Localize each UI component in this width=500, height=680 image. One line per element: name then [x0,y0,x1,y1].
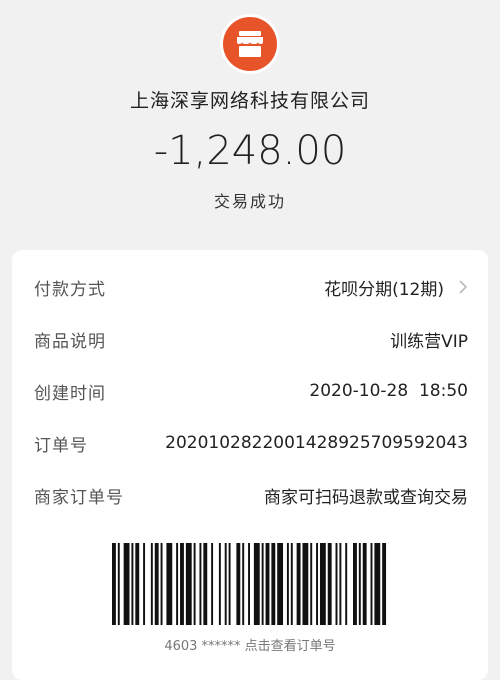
order-number-row: 订单号 2020102822001428925709592043 [34,428,468,458]
barcode-bar [193,543,196,625]
barcode-bar [211,543,214,625]
barcode-bar [277,543,284,625]
barcode-bar [224,543,227,625]
barcode-bar [327,543,332,625]
merchant-order-row: 商家订单号 商家可扫码退款或查询交易 [34,480,468,510]
barcode-bar [236,543,241,625]
barcode-bar [228,543,231,625]
barcode-bar [150,543,153,625]
barcode-bar [166,543,173,625]
barcode-bar [310,543,313,625]
barcode-bar [176,543,179,625]
barcode-bar [319,543,326,625]
barcode-bar [335,543,338,625]
merchant-order-label: 商家订单号 [34,487,124,508]
created-time-label: 创建时间 [34,383,106,404]
payment-method-value: 花呗分期(12期) [324,279,444,300]
barcode-bar [339,543,342,625]
product-description-value: 训练营VIP [390,331,468,352]
barcode-bar [180,543,184,625]
barcode-bar [265,543,270,625]
barcode-bar [286,543,289,625]
merchant-name: 上海深享网络科技有限公司 [129,90,370,112]
barcode-bar [353,543,357,625]
transaction-details-card: 付款方式 花呗分期(12期) 商品说明 训练营VIP 创建时间 2020-10-… [12,250,488,680]
product-description-label: 商品说明 [34,331,106,352]
payment-method-row[interactable]: 付款方式 花呗分期(12期) [34,272,468,302]
barcode-bar [199,543,202,625]
barcode-bar [112,543,116,625]
barcode-bar [253,543,260,625]
barcode-bar [248,543,250,625]
transaction-amount: -1,248.00 [153,128,347,174]
barcode-bar [271,543,276,625]
barcode-bar [123,543,130,625]
barcode-bar [160,543,163,625]
product-description-row: 商品说明 训练营VIP [34,324,468,354]
barcode-bar [382,543,387,625]
barcode-bar [117,543,120,625]
barcode-bar [370,543,373,625]
order-number-label: 订单号 [34,435,88,456]
barcode-bar [135,543,140,625]
created-time-row: 创建时间 2020-10-28 18:50 [34,376,468,406]
barcode-bar [185,543,192,625]
barcode-bar [290,543,293,625]
order-number-value: 2020102822001428925709592043 [165,433,468,453]
transaction-header: 上海深享网络科技有限公司 -1,248.00 交易成功 [0,0,500,250]
barcode-bar [218,543,221,625]
chevron-right-icon [459,280,468,294]
order-barcode[interactable] [112,543,388,625]
barcode-caption[interactable]: 4603 ****** 点击查看订单号 [12,635,488,654]
merchant-order-value: 商家可扫码退款或查询交易 [264,487,468,508]
barcode-bar [131,543,134,625]
barcode-bar [296,543,301,625]
barcode-bar [345,543,348,625]
barcode-bar [374,543,381,625]
barcode-bar [316,543,319,625]
payment-method-label: 付款方式 [34,279,106,300]
created-time-value: 2020-10-28 18:50 [309,381,468,401]
barcode-bar [358,543,361,625]
barcode-bar [362,543,367,625]
barcode-bar [302,543,309,625]
barcode-bar [154,543,159,625]
store-icon [237,31,263,57]
barcode-bar [143,543,146,625]
merchant-avatar [220,14,280,74]
barcode-bar [203,543,208,625]
transaction-status: 交易成功 [213,192,286,211]
barcode-bar [242,543,245,625]
barcode-bar [261,543,264,625]
